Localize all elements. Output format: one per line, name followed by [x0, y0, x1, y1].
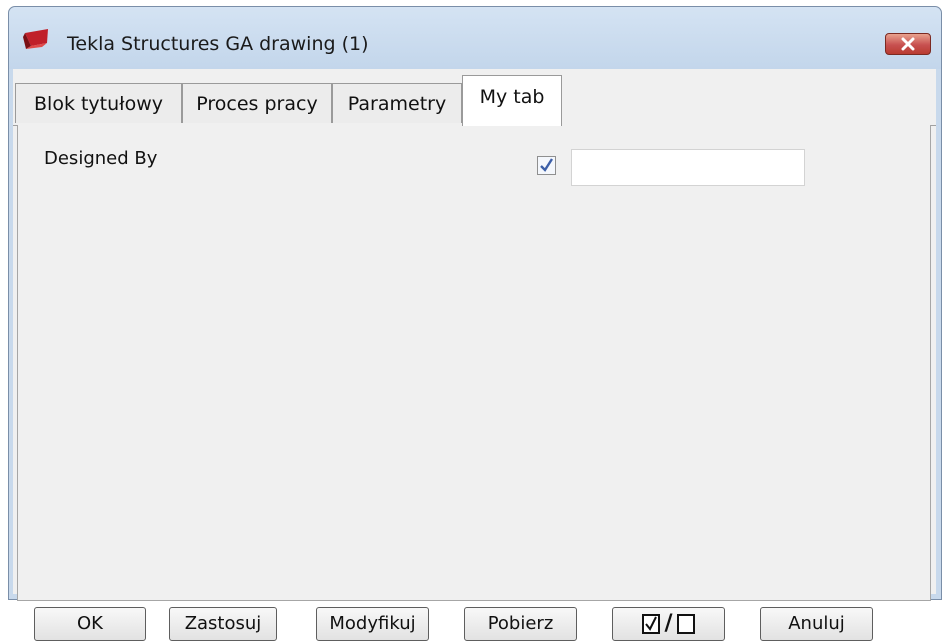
- title-bar[interactable]: Tekla Structures GA drawing (1): [9, 7, 941, 69]
- tab-content-panel: Designed By OK Zastosuj Modyfikuj Pobier…: [17, 125, 931, 641]
- tab-blok-tytulowy[interactable]: Blok tytułowy: [15, 83, 182, 123]
- tab-parametry[interactable]: Parametry: [332, 83, 462, 123]
- close-button[interactable]: [885, 33, 931, 55]
- apply-button[interactable]: Zastosuj: [169, 607, 277, 641]
- tekla-logo-icon: [22, 27, 52, 51]
- checkmark-icon: [540, 158, 553, 172]
- modify-button[interactable]: Modyfikuj: [316, 607, 429, 641]
- designed-by-input[interactable]: [571, 149, 805, 186]
- designed-by-checkbox[interactable]: [537, 156, 556, 175]
- unchecked-box-icon: [676, 614, 695, 634]
- get-button[interactable]: Pobierz: [464, 607, 577, 641]
- dialog-client-area: Blok tytułowy Proces pracy Parametry My …: [13, 69, 936, 641]
- toggle-separator: /: [664, 611, 673, 636]
- checked-box-icon: [642, 614, 661, 634]
- ok-button[interactable]: OK: [34, 607, 146, 641]
- tab-my-tab[interactable]: My tab: [462, 75, 562, 126]
- tab-strip: Blok tytułowy Proces pracy Parametry My …: [13, 69, 936, 126]
- dialog-window: Tekla Structures GA drawing (1) Blok tyt…: [8, 6, 942, 641]
- tab-proces-pracy[interactable]: Proces pracy: [182, 83, 332, 123]
- toggle-all-button[interactable]: /: [612, 607, 725, 641]
- designed-by-label: Designed By: [44, 148, 158, 169]
- close-icon: [901, 37, 915, 51]
- cancel-button[interactable]: Anuluj: [760, 607, 873, 641]
- window-title: Tekla Structures GA drawing (1): [67, 33, 369, 55]
